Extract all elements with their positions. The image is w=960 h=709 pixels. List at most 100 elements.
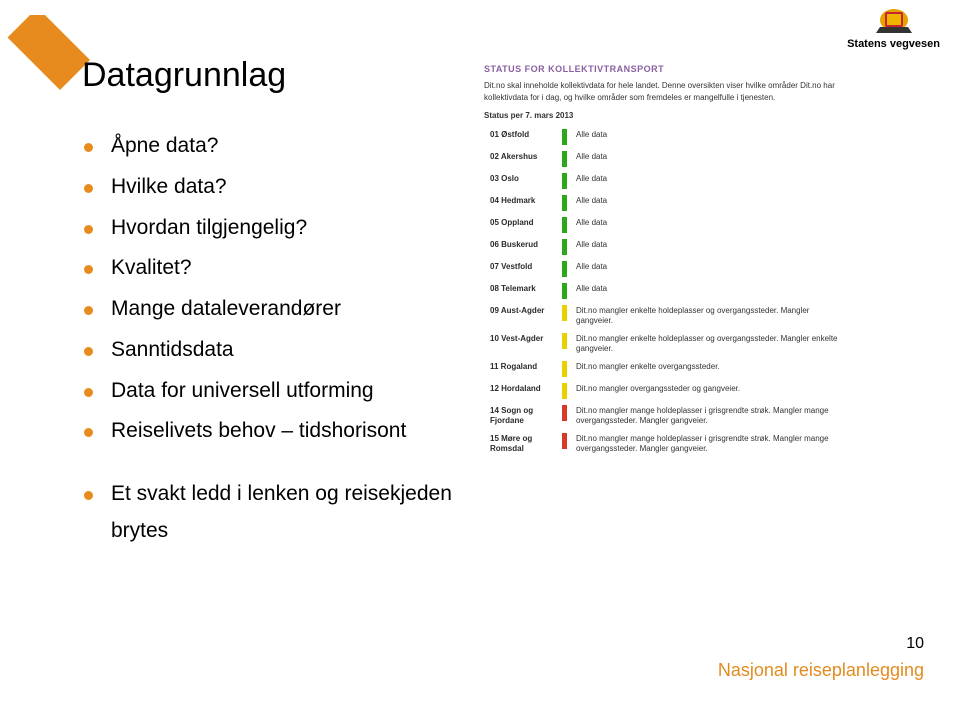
status-description: Alle data [570, 214, 850, 236]
status-date: Status per 7. mars 2013 [484, 111, 874, 120]
table-row: 03 Oslo Alle data [484, 170, 850, 192]
status-bar-icon [562, 333, 567, 349]
bullet-dot-icon [84, 306, 93, 315]
status-bar-icon [562, 361, 567, 377]
status-table: 01 ØstfoldAlle data02 AkershusAlle data0… [484, 126, 850, 458]
status-description: Alle data [570, 258, 850, 280]
bullet-dot-icon [84, 388, 93, 397]
list-item: Et svakt ledd i lenken og reisekjeden br… [84, 476, 464, 550]
list-item-label: Mange dataleverandører [111, 291, 341, 328]
region-code: 02 Akershus [484, 148, 562, 170]
status-description: Dit.no mangler mange holdeplasser i gris… [570, 402, 850, 430]
status-intro: Dit.no skal inneholde kollektivdata for … [484, 80, 854, 103]
bullet-dot-icon [84, 184, 93, 193]
status-bar-icon [562, 283, 567, 299]
list-item-label: Kvalitet? [111, 250, 192, 287]
list-item-label: Åpne data? [111, 128, 218, 165]
status-bar-icon [562, 195, 567, 211]
list-item-label: Hvordan tilgjengelig? [111, 210, 307, 247]
status-bar-icon [562, 173, 567, 189]
list-item-label: Data for universell utforming [111, 373, 374, 410]
status-bar-cell [562, 236, 570, 258]
status-bar-icon [562, 239, 567, 255]
region-code: 10 Vest-Agder [484, 330, 562, 358]
status-bar-cell [562, 280, 570, 302]
status-description: Alle data [570, 126, 850, 148]
table-row: 12 Hordaland Dit.no mangler overgangssted… [484, 380, 850, 402]
list-item: Reiselivets behov – tidshorisont [84, 413, 464, 450]
bullet-list: Åpne data? Hvilke data? Hvordan tilgjeng… [84, 128, 464, 554]
table-row: 06 Buskerud Alle data [484, 236, 850, 258]
region-code: 15 Møre og Romsdal [484, 430, 562, 458]
status-description: Dit.no mangler overgangssteder og gangve… [570, 380, 850, 402]
status-bar-cell [562, 402, 570, 430]
footer-text: Nasjonal reiseplanlegging [718, 660, 924, 681]
status-description: Dit.no mangler enkelte overgangssteder. [570, 358, 850, 380]
list-item-label: Hvilke data? [111, 169, 227, 206]
list-item: Data for universell utforming [84, 373, 464, 410]
list-item: Kvalitet? [84, 250, 464, 287]
status-description: Alle data [570, 192, 850, 214]
status-bar-icon [562, 129, 567, 145]
status-heading: STATUS FOR KOLLEKTIVTRANSPORT [484, 64, 874, 74]
region-code: 03 Oslo [484, 170, 562, 192]
region-code: 09 Aust-Agder [484, 302, 562, 330]
status-bar-icon [562, 383, 567, 399]
list-item-label: Reiselivets behov – tidshorisont [111, 413, 406, 450]
table-row: 02 Akershus Alle data [484, 148, 850, 170]
region-code: 14 Sogn og Fjordane [484, 402, 562, 430]
status-bar-icon [562, 433, 567, 449]
table-row: 04 Hedmark Alle data [484, 192, 850, 214]
status-description: Dit.no mangler mange holdeplasser i gris… [570, 430, 850, 458]
list-item: Åpne data? [84, 128, 464, 165]
bullet-dot-icon [84, 225, 93, 234]
table-row: 07 VestfoldAlle data [484, 258, 850, 280]
brand-logo-icon [874, 6, 914, 36]
region-code: 04 Hedmark [484, 192, 562, 214]
status-description: Alle data [570, 236, 850, 258]
status-bar-cell [562, 358, 570, 380]
brand: Statens vegvesen [847, 6, 940, 50]
status-bar-cell [562, 302, 570, 330]
region-code: 08 Telemark [484, 280, 562, 302]
region-code: 01 Østfold [484, 126, 562, 148]
status-description: Alle data [570, 280, 850, 302]
list-item: Mange dataleverandører [84, 291, 464, 328]
bullet-dot-icon [84, 491, 93, 500]
table-row: 15 Møre og Romsdal Dit.no mangler mange h… [484, 430, 850, 458]
list-item: Hvilke data? [84, 169, 464, 206]
page-number: 10 [906, 635, 924, 653]
status-bar-cell [562, 148, 570, 170]
bullet-dot-icon [84, 347, 93, 356]
list-item: Sanntidsdata [84, 332, 464, 369]
region-code: 06 Buskerud [484, 236, 562, 258]
region-code: 11 Rogaland [484, 358, 562, 380]
slide: Statens vegvesen Datagrunnlag Åpne data?… [0, 0, 960, 709]
status-bar-cell [562, 330, 570, 358]
status-description: Dit.no mangler enkelte holdeplasser og o… [570, 302, 850, 330]
table-row: 05 Oppland Alle data [484, 214, 850, 236]
region-code: 12 Hordaland [484, 380, 562, 402]
status-bar-icon [562, 151, 567, 167]
status-description: Alle data [570, 148, 850, 170]
bullet-dot-icon [84, 428, 93, 437]
status-panel: STATUS FOR KOLLEKTIVTRANSPORT Dit.no ska… [484, 64, 874, 458]
spacer [84, 454, 464, 476]
status-bar-cell [562, 126, 570, 148]
table-row: 08 Telemark Alle data [484, 280, 850, 302]
table-row: 14 Sogn og Fjordane Dit.no mangler mange … [484, 402, 850, 430]
status-bar-cell [562, 214, 570, 236]
status-bar-icon [562, 261, 567, 277]
brand-name: Statens vegvesen [847, 38, 940, 50]
status-bar-icon [562, 305, 567, 321]
region-code: 05 Oppland [484, 214, 562, 236]
status-bar-cell [562, 170, 570, 192]
list-item-label: Et svakt ledd i lenken og reisekjeden br… [111, 476, 464, 550]
status-bar-cell [562, 430, 570, 458]
status-bar-icon [562, 217, 567, 233]
table-row: 10 Vest-Agder Dit.no mangler enkelte hold… [484, 330, 850, 358]
status-description: Dit.no mangler enkelte holdeplasser og o… [570, 330, 850, 358]
table-row: 09 Aust-Agder Dit.no mangler enkelte hold… [484, 302, 850, 330]
table-row: 11 Rogaland Dit.no mangler enkelte overga… [484, 358, 850, 380]
status-description: Alle data [570, 170, 850, 192]
